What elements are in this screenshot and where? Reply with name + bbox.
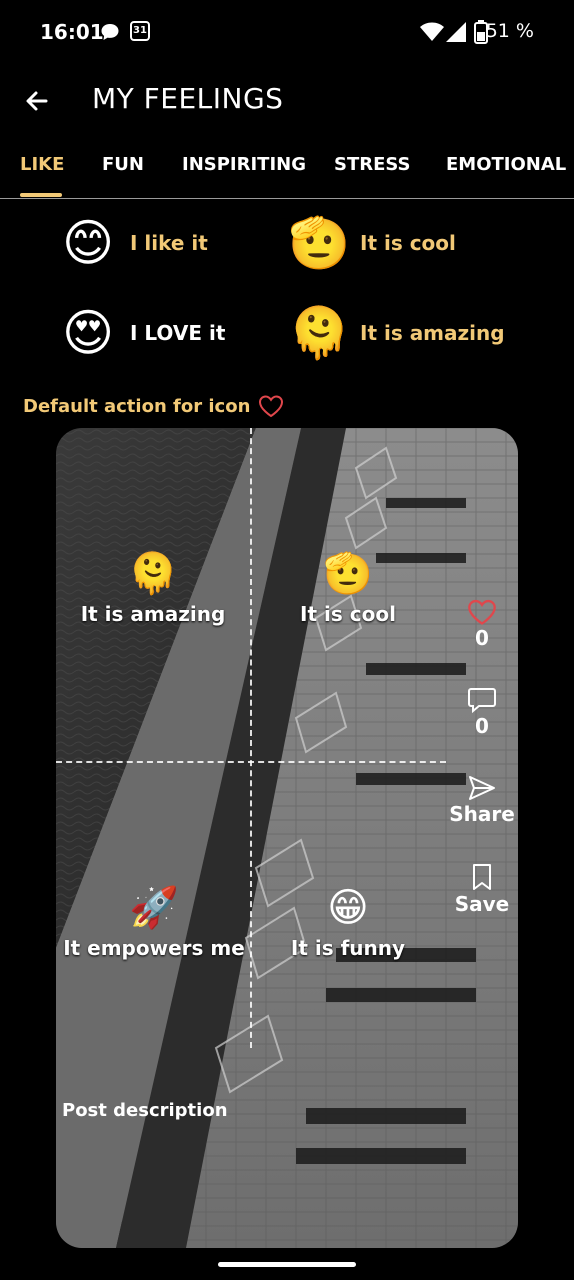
- battery-percent: 51 %: [485, 20, 534, 42]
- quadrant-top-left[interactable]: 🫠 It is amazing: [56, 550, 253, 626]
- back-arrow-icon[interactable]: [20, 84, 54, 118]
- default-action-row[interactable]: Default action for icon: [23, 394, 284, 418]
- heart-outline-icon: [468, 599, 496, 625]
- feeling-label: I like it: [130, 231, 208, 255]
- like-count: 0: [475, 626, 489, 650]
- quadrant-label: It empowers me: [63, 936, 245, 960]
- share-label: Share: [449, 802, 515, 826]
- quadrant-bottom-right[interactable]: 😁 It is funny: [248, 884, 448, 960]
- comment-button[interactable]: 0: [437, 686, 518, 738]
- page-title: MY FEELINGS: [92, 82, 284, 115]
- saluting-face-icon: 🫡: [323, 551, 373, 597]
- home-indicator[interactable]: [218, 1262, 356, 1267]
- chat-bubble-icon: [101, 24, 119, 40]
- post-card[interactable]: 🫠 It is amazing 🫡 It is cool 🚀 It empowe…: [56, 428, 518, 1248]
- melting-face-icon: 🫠: [128, 551, 178, 597]
- quadrant-label: It is amazing: [80, 602, 226, 626]
- save-label: Save: [454, 892, 510, 916]
- smiling-face-icon: 😊: [61, 214, 115, 272]
- tab-inspiriting[interactable]: INSPIRITING: [182, 154, 306, 175]
- quadrant-bottom-left[interactable]: 🚀 It empowers me: [56, 884, 254, 960]
- default-action-label: Default action for icon: [23, 395, 251, 417]
- comment-bubble-icon: [468, 688, 496, 714]
- tab-fun[interactable]: FUN: [102, 154, 144, 175]
- send-icon: [469, 776, 495, 800]
- calendar-icon: 31: [130, 21, 150, 41]
- feeling-amazing[interactable]: 🫠 It is amazing: [288, 303, 505, 363]
- post-description: Post description: [62, 1100, 228, 1121]
- quadrant-label: It is funny: [290, 936, 406, 960]
- feeling-label: It is amazing: [360, 321, 505, 345]
- quadrant-top-right[interactable]: 🫡 It is cool: [248, 550, 448, 626]
- cellular-signal-icon: [446, 22, 466, 42]
- wifi-icon: [420, 22, 444, 41]
- app-bar: MY FEELINGS: [0, 64, 574, 140]
- comment-count: 0: [475, 714, 489, 738]
- feeling-cool[interactable]: 🫡 It is cool: [288, 213, 456, 273]
- like-button[interactable]: 0: [437, 598, 518, 650]
- heart-eyes-face-icon: 😍: [61, 304, 115, 362]
- feeling-label: It is cool: [360, 231, 456, 255]
- heart-outline-icon: [259, 395, 284, 418]
- horizontal-divider: [56, 761, 446, 763]
- tab-like[interactable]: LIKE: [20, 154, 64, 175]
- bookmark-icon: [473, 864, 491, 890]
- feeling-label: I LOVE it: [130, 321, 226, 345]
- feeling-like[interactable]: 😊 I like it: [58, 213, 208, 273]
- grinning-face-icon: 😁: [327, 885, 369, 931]
- quadrant-label: It is cool: [300, 602, 396, 626]
- status-bar: 16:01 31 51 %: [0, 0, 574, 64]
- melting-face-icon: 🫠: [288, 304, 351, 362]
- share-button[interactable]: Share: [437, 774, 518, 826]
- status-time: 16:01: [40, 20, 104, 44]
- tab-emotional[interactable]: EMOTIONAL: [446, 154, 566, 175]
- active-tab-indicator: [20, 193, 62, 197]
- tab-stress[interactable]: STRESS: [334, 154, 411, 175]
- tab-bar: LIKE FUN INSPIRITING STRESS EMOTIONAL: [0, 140, 574, 199]
- feeling-love[interactable]: 😍 I LOVE it: [58, 303, 225, 363]
- save-button[interactable]: Save: [437, 862, 518, 916]
- rocket-icon: 🚀: [129, 885, 179, 931]
- calendar-day: 31: [133, 25, 147, 36]
- saluting-face-icon: 🫡: [288, 214, 351, 272]
